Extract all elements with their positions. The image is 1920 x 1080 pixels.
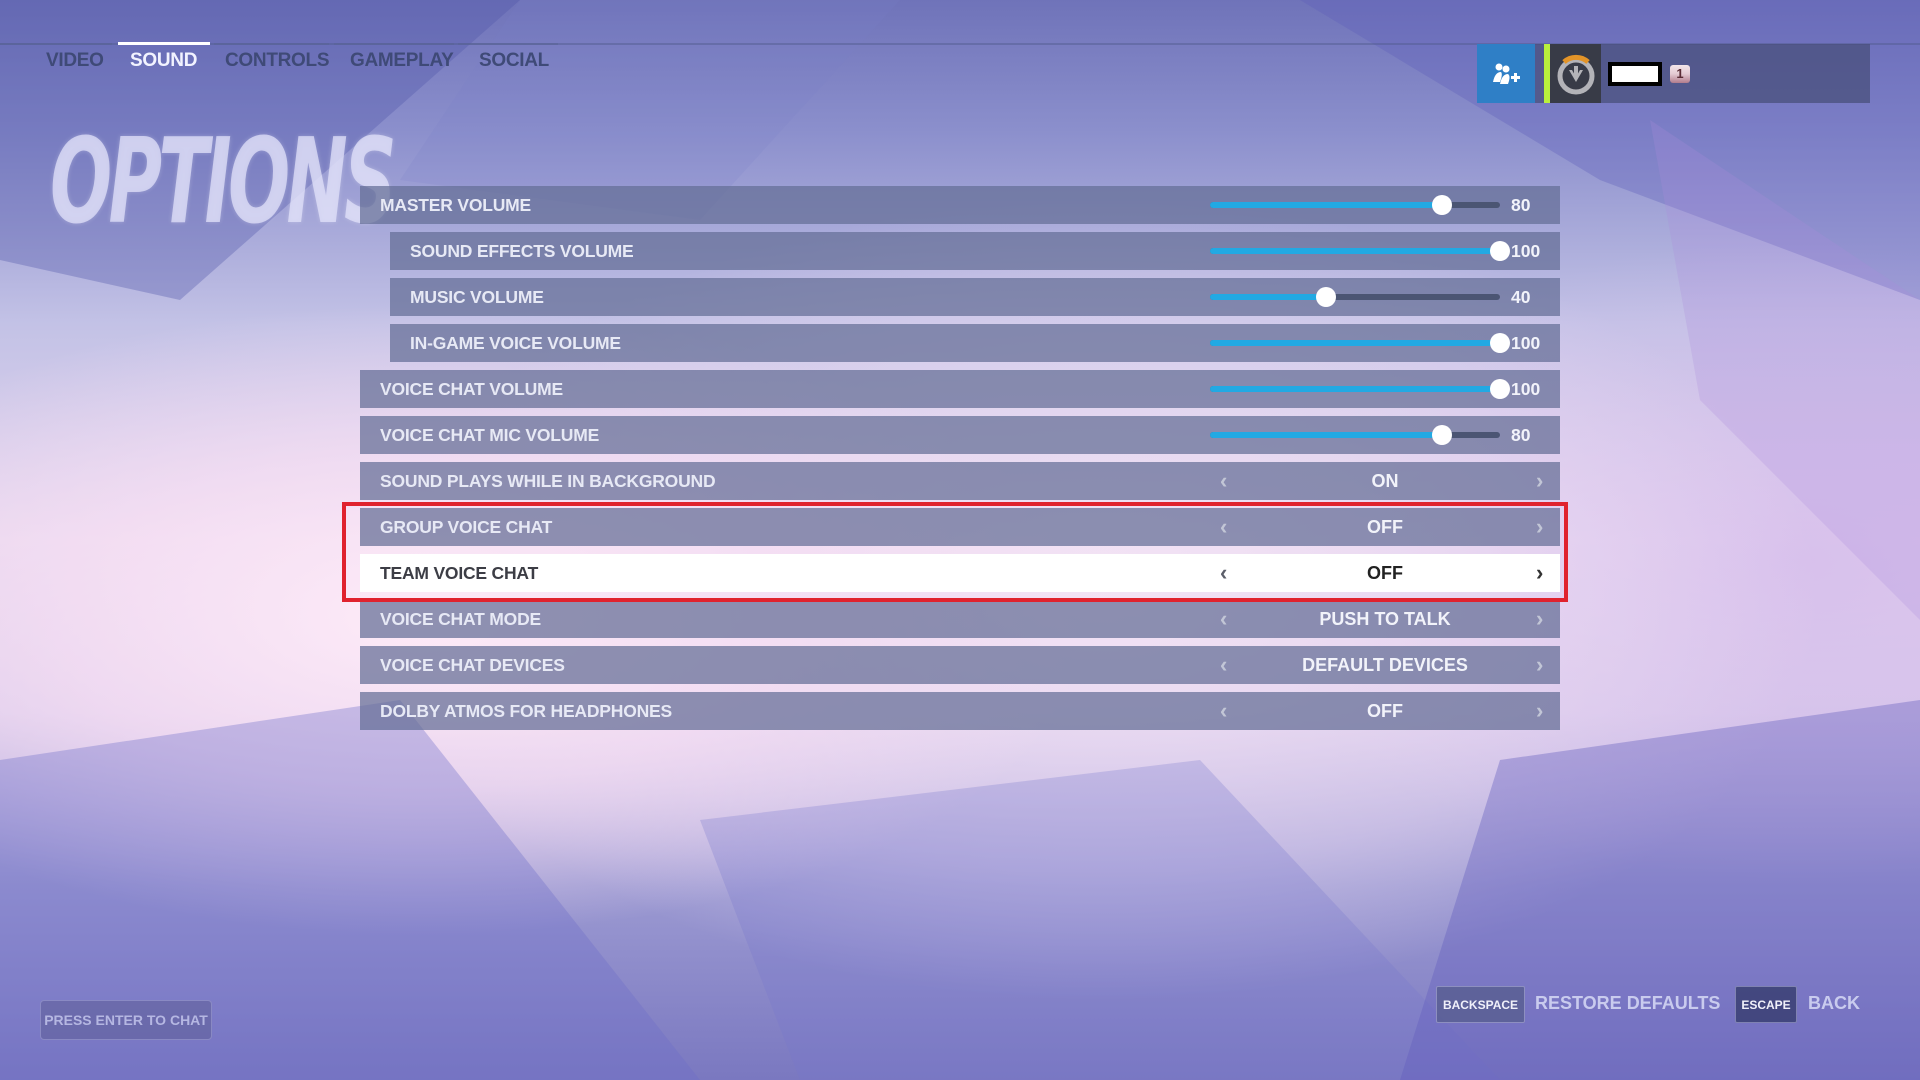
setting-label: DOLBY ATMOS FOR HEADPHONES <box>380 700 672 721</box>
setting-label: IN-GAME VOICE VOLUME <box>410 332 621 353</box>
chevron-right-icon[interactable]: › <box>1536 652 1543 678</box>
setting-value: 100 <box>1511 240 1541 261</box>
chevron-left-icon[interactable]: ‹ <box>1220 698 1227 724</box>
tab-underline-controls <box>214 43 329 45</box>
tab-video[interactable]: VIDEO <box>46 50 104 72</box>
tab-underline-gameplay <box>334 43 454 45</box>
setting-row-in-game-voice-volume[interactable]: IN-GAME VOICE VOLUME 100 <box>390 324 1560 362</box>
highlight-box <box>342 502 1568 602</box>
add-friends-icon <box>1493 63 1520 84</box>
setting-label: MASTER VOLUME <box>380 194 532 215</box>
slider-fill <box>1210 432 1442 438</box>
chevron-left-icon[interactable]: ‹ <box>1220 606 1227 632</box>
setting-label: VOICE CHAT VOLUME <box>380 378 563 399</box>
setting-value: PUSH TO TALK <box>1319 608 1451 629</box>
slider-handle[interactable] <box>1316 287 1336 307</box>
master-volume-slider[interactable] <box>1210 195 1500 215</box>
setting-value: ON <box>1371 470 1399 491</box>
slider-handle[interactable] <box>1432 195 1452 215</box>
setting-row-sound-plays-in-background[interactable]: SOUND PLAYS WHILE IN BACKGROUND ‹ ON › <box>360 462 1560 500</box>
voice-chat-volume-slider[interactable] <box>1210 379 1510 399</box>
setting-row-voice-chat-volume[interactable]: VOICE CHAT VOLUME 100 <box>360 370 1560 408</box>
tab-controls[interactable]: CONTROLS <box>225 50 330 72</box>
setting-row-voice-chat-mode[interactable]: VOICE CHAT MODE ‹ PUSH TO TALK › <box>360 600 1560 638</box>
slider-handle[interactable] <box>1490 241 1510 261</box>
sound-effects-volume-slider[interactable] <box>1210 241 1510 261</box>
overwatch-logo-icon <box>1557 54 1594 94</box>
chevron-left-icon[interactable]: ‹ <box>1220 468 1227 494</box>
setting-label: MUSIC VOLUME <box>410 286 544 307</box>
slider-fill <box>1210 248 1500 254</box>
setting-row-music-volume[interactable]: MUSIC VOLUME 40 <box>390 278 1560 316</box>
setting-value: 40 <box>1511 286 1531 307</box>
setting-row-sound-effects-volume[interactable]: SOUND EFFECTS VOLUME 100 <box>390 232 1560 270</box>
setting-value: 100 <box>1511 332 1541 353</box>
slider-fill <box>1210 340 1500 346</box>
player-avatar[interactable] <box>1550 44 1601 103</box>
setting-row-dolby-atmos[interactable]: DOLBY ATMOS FOR HEADPHONES ‹ OFF › <box>360 692 1560 730</box>
setting-row-master-volume[interactable]: MASTER VOLUME 80 <box>360 186 1560 224</box>
restore-defaults-button[interactable]: RESTORE DEFAULTS <box>1535 993 1720 1014</box>
chevron-right-icon[interactable]: › <box>1536 468 1543 494</box>
setting-row-voice-chat-devices[interactable]: VOICE CHAT DEVICES ‹ DEFAULT DEVICES › <box>360 646 1560 684</box>
slider-handle[interactable] <box>1432 425 1452 445</box>
setting-value: 80 <box>1511 424 1531 445</box>
tab-underline-social <box>458 43 558 45</box>
setting-label: VOICE CHAT DEVICES <box>380 654 565 675</box>
player-level-badge: 1 <box>1670 65 1690 83</box>
setting-row-voice-chat-mic-volume[interactable]: VOICE CHAT MIC VOLUME 80 <box>360 416 1560 454</box>
setting-value: 100 <box>1511 378 1541 399</box>
setting-value: OFF <box>1367 700 1403 721</box>
setting-label: SOUND PLAYS WHILE IN BACKGROUND <box>380 470 716 491</box>
player-name[interactable] <box>1608 62 1662 86</box>
page-title: OPTIONS <box>50 112 397 250</box>
chat-input[interactable]: PRESS ENTER TO CHAT <box>40 1000 212 1040</box>
tab-underline-video <box>0 43 112 45</box>
setting-value: 80 <box>1511 194 1531 215</box>
slider-handle[interactable] <box>1490 379 1510 399</box>
chevron-left-icon[interactable]: ‹ <box>1220 652 1227 678</box>
back-button[interactable]: BACK <box>1808 993 1860 1014</box>
tab-underline-sound <box>118 42 210 45</box>
setting-value: DEFAULT DEVICES <box>1302 654 1468 675</box>
tab-sound[interactable]: SOUND <box>130 50 197 72</box>
slider-fill <box>1210 386 1500 392</box>
slider-fill <box>1210 202 1442 208</box>
escape-key-hint[interactable]: ESCAPE <box>1735 986 1797 1023</box>
backspace-key-hint[interactable]: BACKSPACE <box>1436 986 1525 1023</box>
setting-label: VOICE CHAT MIC VOLUME <box>380 424 600 445</box>
setting-label: SOUND EFFECTS VOLUME <box>410 240 634 261</box>
chevron-right-icon[interactable]: › <box>1536 698 1543 724</box>
slider-handle[interactable] <box>1490 333 1510 353</box>
slider-fill <box>1210 294 1326 300</box>
setting-label: VOICE CHAT MODE <box>380 608 541 629</box>
social-button[interactable] <box>1477 44 1535 103</box>
music-volume-slider[interactable] <box>1210 287 1500 307</box>
tab-gameplay[interactable]: GAMEPLAY <box>350 50 454 72</box>
tab-social[interactable]: SOCIAL <box>479 50 549 72</box>
chevron-right-icon[interactable]: › <box>1536 606 1543 632</box>
voice-chat-mic-volume-slider[interactable] <box>1210 425 1500 445</box>
in-game-voice-volume-slider[interactable] <box>1210 333 1510 353</box>
